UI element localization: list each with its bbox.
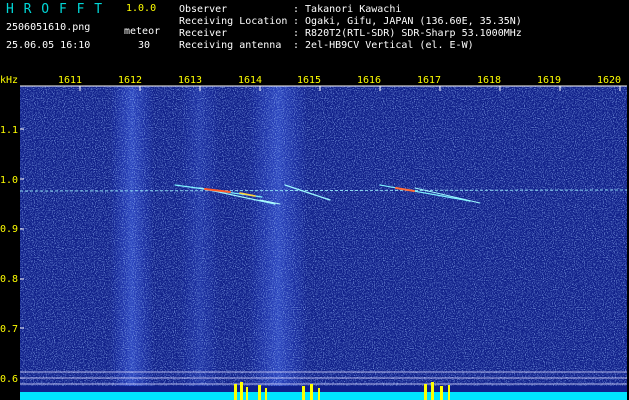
info-label-antenna: Receiving antenna bbox=[179, 40, 282, 51]
burst bbox=[318, 388, 320, 400]
x-tick-label: 1619 bbox=[537, 75, 561, 86]
info-value-location: : Ogaki, Gifu, JAPAN (136.60E, 35.35N) bbox=[293, 16, 522, 27]
y-tick-label: 0.9 bbox=[0, 224, 18, 235]
burst bbox=[302, 386, 305, 400]
burst bbox=[310, 384, 313, 400]
x-tick-label: 1614 bbox=[238, 75, 262, 86]
burst bbox=[265, 388, 267, 400]
y-tick-label: 1.1 bbox=[0, 125, 18, 136]
x-tick-label: 1611 bbox=[58, 75, 82, 86]
meteor-count: 30 bbox=[138, 40, 151, 51]
file-name: 2506051610.png bbox=[6, 22, 91, 33]
burst bbox=[246, 387, 248, 400]
info-label-location: Receiving Location bbox=[179, 16, 288, 27]
app-version: 1.0.0 bbox=[126, 3, 157, 14]
x-tick-label: 1616 bbox=[357, 75, 381, 86]
x-tick-label: 1615 bbox=[297, 75, 321, 86]
y-tick-label: 0.7 bbox=[0, 324, 18, 335]
x-tick-label: 1618 bbox=[477, 75, 501, 86]
info-value-antenna: : 2el-HB9CV Vertical (el. E-W) bbox=[293, 40, 474, 51]
signal-baseline bbox=[20, 392, 627, 400]
y-unit-label: kHz bbox=[0, 75, 18, 86]
x-tick-label: 1613 bbox=[178, 75, 202, 86]
y-tick-label: 0.6 bbox=[0, 374, 18, 385]
burst bbox=[240, 382, 243, 400]
burst bbox=[448, 385, 450, 400]
burst bbox=[424, 384, 427, 400]
info-label-receiver: Receiver bbox=[179, 28, 228, 39]
y-tick-label: 0.8 bbox=[0, 274, 18, 285]
burst bbox=[431, 382, 434, 400]
noise-speckle bbox=[20, 86, 627, 386]
x-tick-label: 1620 bbox=[597, 75, 621, 86]
date-time: 25.06.05 16:10 bbox=[6, 40, 91, 51]
header-panel: H R O F F T 1.0.0 2506051610.png meteor … bbox=[0, 0, 629, 72]
info-label-observer: Observer bbox=[179, 4, 228, 15]
burst bbox=[440, 386, 443, 400]
app-title: H R O F F T bbox=[6, 2, 104, 17]
mode-label: meteor bbox=[124, 26, 161, 37]
info-value-observer: : Takanori Kawachi bbox=[293, 4, 402, 15]
info-value-receiver: : R820T2(RTL-SDR) SDR-Sharp 53.1000MHz bbox=[293, 28, 522, 39]
y-tick-label: 1.0 bbox=[0, 175, 18, 186]
x-tick-label: 1612 bbox=[118, 75, 142, 86]
burst bbox=[234, 384, 237, 400]
burst bbox=[258, 385, 261, 400]
spectrogram: 1611 1612 1613 1614 1615 1616 1617 1618 … bbox=[0, 75, 628, 400]
x-tick-label: 1617 bbox=[417, 75, 441, 86]
